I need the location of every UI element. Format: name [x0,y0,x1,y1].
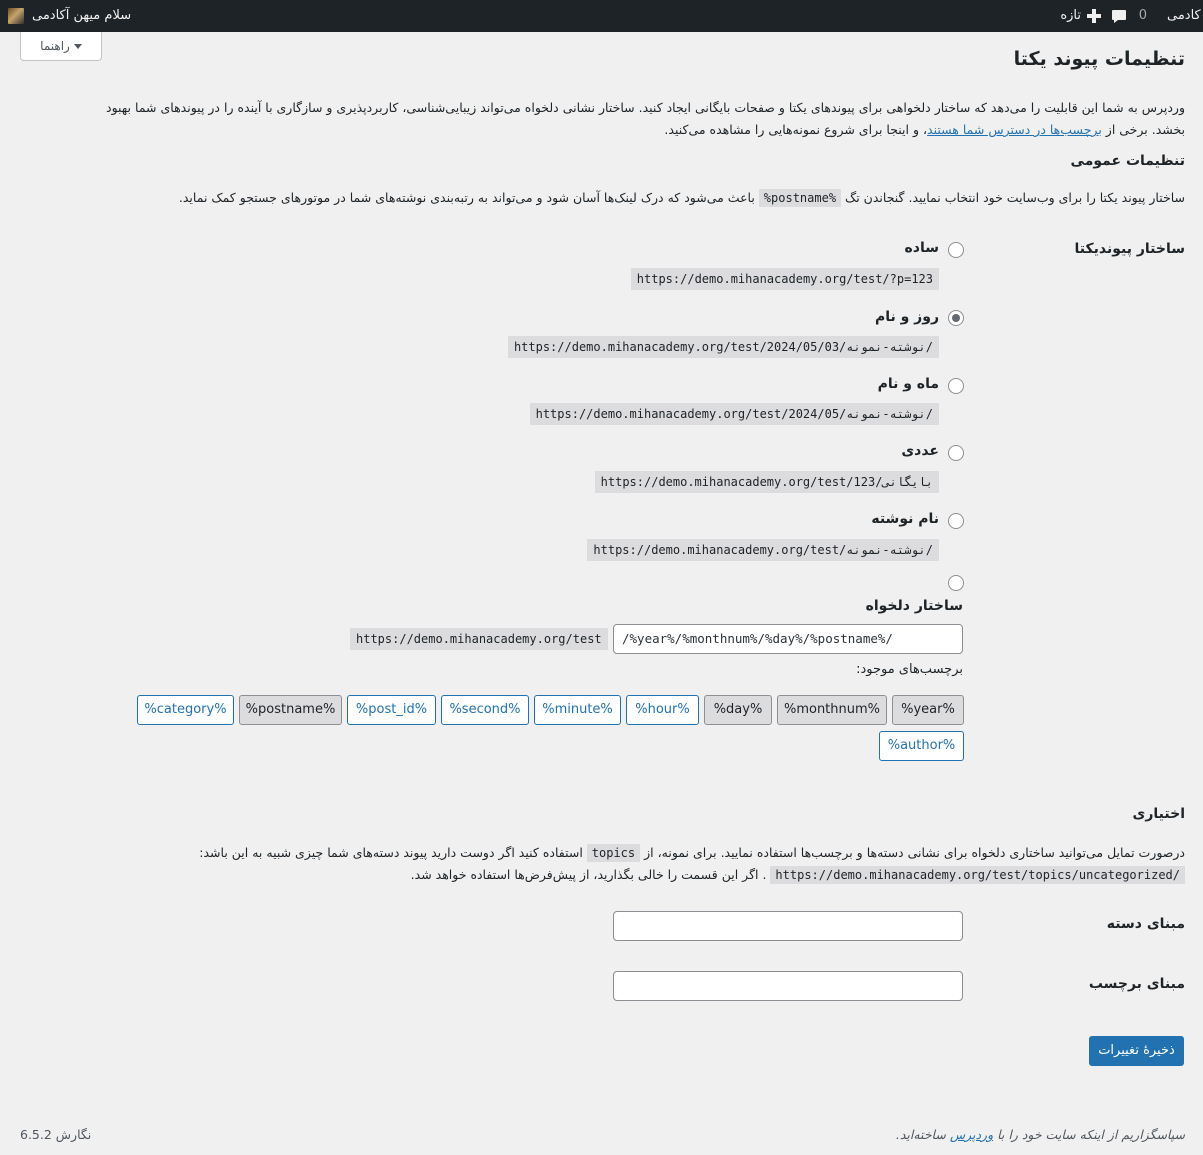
general-desc-end: باعث می‌شود که درک لینک‌ها آسان شود و می… [178,190,755,205]
tag-button-author[interactable]: %author% [879,731,964,761]
intro-text: وردپرس به شما این قابلیت را می‌دهد که سا… [19,97,1185,141]
chevron-down-icon [73,44,82,49]
custom-structure-input[interactable]: /%year%/%monthnum%/%day%/%postname%/ [613,624,963,654]
tag-button-second[interactable]: %second% [441,695,529,725]
category-base-label: مبنای دسته [1106,916,1185,932]
comments-link[interactable]: 0 [1111,0,1151,32]
option-label-post-name: نام نوشته [871,511,939,527]
example-url-post-name: https://demo.mihanacademy.org/test/نوشته… [587,539,939,561]
optional-heading: اختیاری [1132,806,1185,822]
example-url-plain: https://demo.mihanacademy.org/test/?p=12… [630,268,939,290]
optional-desc-end: . اگر این قسمت را خالی بگذارید، از پیش‌ف… [410,867,767,882]
save-changes-button[interactable]: ذخیرهٔ تغییرات [1089,1036,1184,1066]
tag-button-minute[interactable]: %minute% [534,695,621,725]
intro-line-2-start: بخشد. برخی از [1105,122,1185,137]
optional-desc-line-1: درصورت تمایل می‌توانید ساختاری دلخواه بر… [135,842,1185,864]
intro-line-2-end: ، و اینجا برای شروع نمونه‌هایی را مشاهده… [664,122,928,137]
comments-count: 0 [1138,8,1147,23]
option-label-day-and-name: روز و نام [874,309,939,325]
tag-base-input[interactable] [613,971,963,1001]
tag-base-label: مبنای برچسب [1088,976,1185,992]
tag-button-post-id[interactable]: %post_id% [347,695,436,725]
example-url-month-and-name: https://demo.mihanacademy.org/test/2024/… [529,403,939,425]
custom-structure-prefix: https://demo.mihanacademy.org/test [350,628,608,650]
optional-description: درصورت تمایل می‌توانید ساختاری دلخواه بر… [135,842,1185,886]
postname-code: %postname% [758,189,842,207]
wordpress-link[interactable]: وردپرس [950,1127,993,1142]
footer-thanks-start: سپاسگزاریم از اینکه سایت خود را با [997,1127,1185,1142]
my-account-link[interactable]: سلام میهن آکادمی [8,0,148,32]
intro-line-2: بخشد. برخی از برچسب‌ها در دسترس شما هستن… [19,119,1185,141]
radio-post-name[interactable] [948,513,964,529]
custom-structure-label: ساختار دلخواه [865,598,963,614]
comment-icon [1112,10,1126,23]
tag-button-year[interactable]: %year% [892,695,964,725]
radio-day-and-name[interactable] [948,310,964,326]
general-description: ساختار پیوند یکتا را برای وب‌سایت خود ان… [19,187,1185,209]
topics-code: topics [586,844,641,862]
footer-thanks: سپاسگزاریم از اینکه سایت خود را با وردپر… [896,1127,1185,1142]
example-url-numeric: https://demo.mihanacademy.org/test/بایگا… [594,471,939,493]
footer-version: نگارش 6.5.2 [20,1127,92,1142]
general-desc-start: ساختار پیوند یکتا را برای وب‌سایت خود ان… [845,190,1185,205]
help-tab-label: راهنما [40,39,70,53]
option-label-month-and-name: ماه و نام [877,376,939,392]
footer-thanks-end: ساخته‌اید. [895,1127,946,1142]
category-base-input[interactable] [613,911,963,941]
optional-desc-start: درصورت تمایل می‌توانید ساختاری دلخواه بر… [644,845,1185,860]
page-title: تنظیمات پیوند یکتا [1013,48,1185,70]
new-label: تازه [1060,8,1081,23]
help-tab-button[interactable]: راهنما [20,32,102,61]
optional-desc-line-2: https://demo.mihanacademy.org/test/topic… [135,864,1185,886]
category-example-code: https://demo.mihanacademy.org/test/topic… [770,866,1185,884]
optional-desc-mid: استفاده کنید اگر دوست دارید پیوند دسته‌ه… [199,845,583,860]
site-name-link[interactable]: کادمی [1167,0,1203,32]
tag-button-day[interactable]: %day% [704,695,772,725]
example-url-day-and-name: https://demo.mihanacademy.org/test/2024/… [507,336,939,358]
radio-plain[interactable] [948,242,964,258]
greeting: سلام میهن آکادمی [32,8,132,23]
tag-button-category[interactable]: %category% [137,695,234,725]
intro-line-1: وردپرس به شما این قابلیت را می‌دهد که سا… [106,100,1185,115]
general-settings-heading: تنظیمات عمومی [1070,153,1185,169]
radio-custom-structure[interactable] [948,575,964,591]
tag-button-hour[interactable]: %hour% [626,695,699,725]
new-content-link[interactable]: تازه [1051,0,1101,32]
available-tags-label: برچسب‌های موجود: [856,662,963,677]
option-label-numeric: عددی [901,443,939,459]
tag-button-postname[interactable]: %postname% [239,695,342,725]
plus-icon [1087,9,1101,23]
permalink-structure-label: ساختار پیوندیکتا [1074,241,1185,257]
admin-bar: کادمی 0 تازه سلام میهن آکادمی [0,0,1203,32]
avatar [8,8,24,24]
option-label-plain: ساده [904,240,939,256]
radio-month-and-name[interactable] [948,378,964,394]
radio-numeric[interactable] [948,445,964,461]
available-tags-link[interactable]: برچسب‌ها در دسترس شما هستند [927,122,1102,137]
tag-button-monthnum[interactable]: %monthnum% [777,695,887,725]
